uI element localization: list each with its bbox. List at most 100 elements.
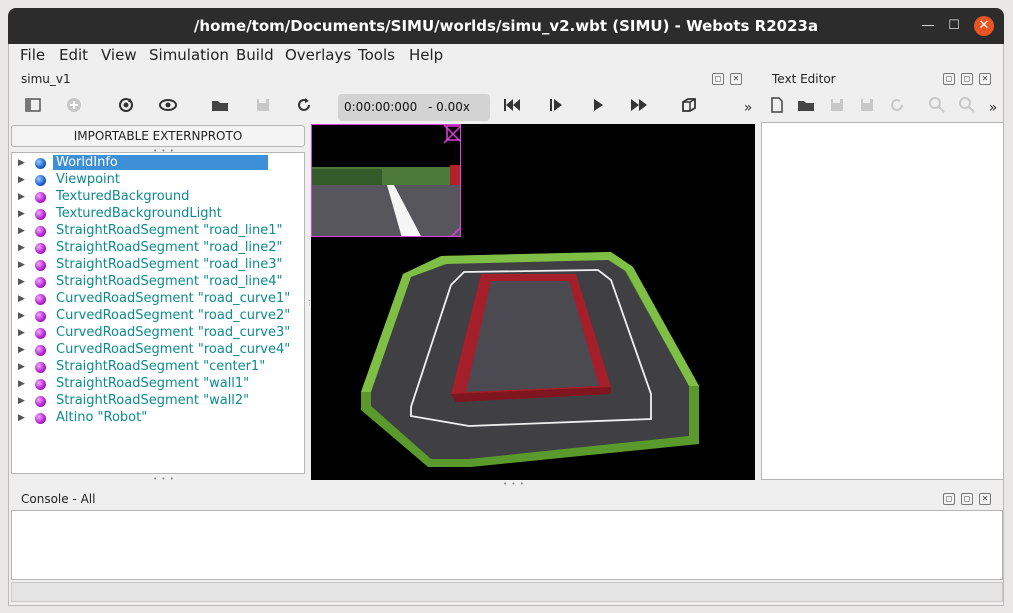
scene-tree-node[interactable]: ▶ StraightRoadSegment "wall1" (12, 376, 302, 393)
scene-tree-toggle-icon[interactable] (22, 96, 44, 118)
menu-build[interactable]: Build (236, 46, 274, 64)
expand-arrow-icon[interactable]: ▶ (18, 294, 25, 304)
revert-icon[interactable] (886, 96, 908, 118)
scene-panel-float-button[interactable]: ◻ (712, 73, 724, 85)
expand-arrow-icon[interactable]: ▶ (18, 396, 25, 406)
menu-overlays[interactable]: Overlays (285, 46, 351, 64)
scene-tree-node-label: CurvedRoadSegment "road_curve4" (56, 342, 291, 357)
node-sphere-icon (35, 226, 46, 237)
expand-arrow-icon[interactable]: ▶ (18, 311, 25, 321)
scene-tree-node-label: CurvedRoadSegment "road_curve3" (56, 325, 291, 340)
play-icon[interactable] (587, 96, 609, 118)
camera-overlay[interactable] (311, 124, 461, 237)
scene-tree-node-label: Viewpoint (56, 172, 121, 187)
console-float-button[interactable]: ◻ (943, 493, 955, 505)
menu-help[interactable]: Help (409, 46, 443, 64)
scene-tree-node[interactable]: ▶ StraightRoadSegment "road_line1" (12, 223, 302, 240)
toolbar-overflow-icon[interactable]: » (737, 97, 759, 119)
scene-tree-node[interactable]: ▶ StraightRoadSegment "road_line2" (12, 240, 302, 257)
close-button[interactable]: ✕ (974, 16, 994, 36)
scene-tree-node-label: StraightRoadSegment "center1" (56, 359, 266, 374)
expand-arrow-icon[interactable]: ▶ (18, 277, 25, 287)
save-world-icon[interactable] (252, 96, 274, 118)
main-window: File Edit View Simulation Build Overlays… (8, 44, 1004, 606)
menu-tools[interactable]: Tools (358, 46, 395, 64)
vertical-splitter-handle[interactable]: ⋮ (306, 299, 313, 307)
3d-viewport[interactable] (311, 124, 755, 480)
scene-tree-node[interactable]: ▶ CurvedRoadSegment "road_curve4" (12, 342, 302, 359)
console-output[interactable] (11, 510, 1003, 580)
scene-tree-node[interactable]: ▶ WorldInfo (12, 155, 302, 172)
save-file-icon[interactable] (826, 96, 848, 118)
splitter-handle[interactable]: • • • (503, 480, 525, 488)
add-node-icon[interactable] (63, 96, 85, 118)
text-editor-area[interactable] (761, 122, 1004, 480)
expand-arrow-icon[interactable]: ▶ (18, 379, 25, 389)
expand-arrow-icon[interactable]: ▶ (18, 158, 25, 168)
menu-simulation[interactable]: Simulation (149, 46, 229, 64)
expand-arrow-icon[interactable]: ▶ (18, 260, 25, 270)
node-sphere-icon (35, 175, 46, 186)
find-icon[interactable] (926, 96, 948, 118)
scene-tree-node[interactable]: ▶ Altino "Robot" (12, 410, 302, 427)
step-icon[interactable] (545, 96, 567, 118)
window-titlebar[interactable]: /home/tom/Documents/SIMU/worlds/simu_v2.… (8, 8, 1004, 44)
expand-arrow-icon[interactable]: ▶ (18, 345, 25, 355)
expand-arrow-icon[interactable]: ▶ (18, 192, 25, 202)
text-editor-overflow-icon[interactable]: » (986, 97, 1000, 119)
open-file-icon[interactable] (795, 96, 817, 118)
expand-arrow-icon[interactable]: ▶ (18, 362, 25, 372)
console-restore-button[interactable]: ◻ (961, 493, 973, 505)
scene-tree-node[interactable]: ▶ CurvedRoadSegment "road_curve1" (12, 291, 302, 308)
3d-box-icon[interactable] (678, 96, 700, 118)
new-file-icon[interactable] (766, 96, 788, 118)
reset-simulation-icon[interactable] (115, 96, 137, 118)
text-editor-restore-button[interactable]: ◻ (961, 73, 973, 85)
open-world-icon[interactable] (209, 96, 231, 118)
scene-tree-node-label: StraightRoadSegment "road_line3" (56, 257, 283, 272)
scene-tree-node[interactable]: ▶ TexturedBackgroundLight (12, 206, 302, 223)
fast-forward-icon[interactable] (628, 96, 650, 118)
scene-tree-node-label: TexturedBackground (56, 189, 190, 204)
scene-panel-close-button[interactable]: ✕ (730, 73, 742, 85)
expand-arrow-icon[interactable]: ▶ (18, 175, 25, 185)
scene-tree-node-label: TexturedBackgroundLight (56, 206, 222, 221)
menu-edit[interactable]: Edit (59, 46, 88, 64)
step-back-icon[interactable] (501, 96, 523, 118)
scene-tree-node-label: WorldInfo (53, 155, 268, 170)
save-as-icon[interactable] (856, 96, 878, 118)
scene-tree-node[interactable]: ▶ Viewpoint (12, 172, 302, 189)
splitter-handle[interactable]: • • • (153, 475, 175, 483)
scene-tree-node[interactable]: ▶ CurvedRoadSegment "road_curve3" (12, 325, 302, 342)
menu-view[interactable]: View (101, 46, 137, 64)
scene-tree-node[interactable]: ▶ TexturedBackground (12, 189, 302, 206)
text-editor-float-button[interactable]: ◻ (943, 73, 955, 85)
node-sphere-icon (35, 158, 46, 169)
console-title: Console - All (21, 492, 96, 506)
console-close-button[interactable]: ✕ (979, 493, 991, 505)
reload-world-icon[interactable] (293, 96, 315, 118)
expand-arrow-icon[interactable]: ▶ (18, 413, 25, 423)
maximize-button[interactable]: ☐ (944, 16, 964, 36)
expand-arrow-icon[interactable]: ▶ (18, 243, 25, 253)
minimize-button[interactable]: — (918, 16, 938, 36)
expand-arrow-icon[interactable]: ▶ (18, 209, 25, 219)
scene-tree[interactable]: ▶ WorldInfo ▶ Viewpoint ▶ TexturedBackground ▶… (11, 152, 305, 474)
menu-file[interactable]: File (20, 46, 45, 64)
scene-tree-node[interactable]: ▶ StraightRoadSegment "center1" (12, 359, 302, 376)
expand-arrow-icon[interactable]: ▶ (18, 328, 25, 338)
scene-tree-node[interactable]: ▶ CurvedRoadSegment "road_curve2" (12, 308, 302, 325)
replace-icon[interactable] (956, 96, 978, 118)
view-icon[interactable] (157, 96, 179, 118)
importable-externproto-button[interactable]: IMPORTABLE EXTERNPROTO (11, 125, 305, 147)
simulation-time-display: 0:00:00:000 - 0.00x (338, 94, 490, 121)
node-sphere-icon (35, 362, 46, 373)
expand-arrow-icon[interactable]: ▶ (18, 226, 25, 236)
node-sphere-icon (35, 294, 46, 305)
text-editor-close-button[interactable]: ✕ (979, 73, 991, 85)
scene-tree-node[interactable]: ▶ StraightRoadSegment "wall2" (12, 393, 302, 410)
node-sphere-icon (35, 243, 46, 254)
scene-tree-node[interactable]: ▶ StraightRoadSegment "road_line3" (12, 257, 302, 274)
scene-tree-node[interactable]: ▶ StraightRoadSegment "road_line4" (12, 274, 302, 291)
node-sphere-icon (35, 379, 46, 390)
